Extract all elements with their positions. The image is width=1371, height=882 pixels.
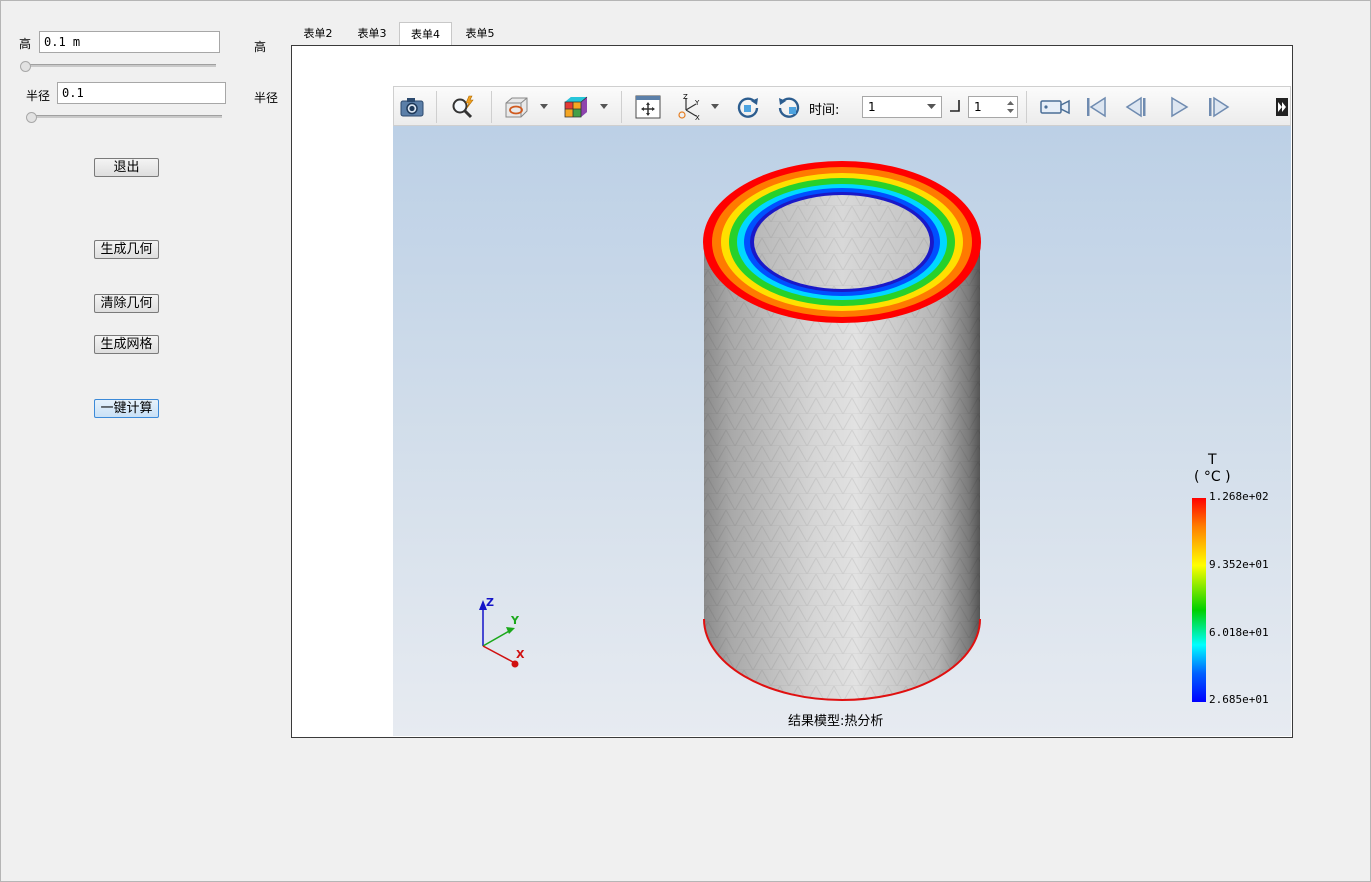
radius-input[interactable]: [57, 82, 226, 104]
height-slider-handle[interactable]: [20, 61, 31, 72]
radius-side-label: 半径: [254, 91, 279, 105]
step-icon: [950, 100, 960, 112]
chevron-down-icon: [927, 104, 936, 109]
viewer-toolbar: Z Y X 时间: 1 1: [393, 86, 1291, 126]
fit-view-icon[interactable]: [634, 93, 662, 121]
axis-y-label: Y: [510, 614, 520, 627]
3d-viewport[interactable]: Z Y X T ( °C ) 1.268e+02 9.352e+01 6.018…: [393, 126, 1291, 736]
chevron-down-icon[interactable]: [710, 103, 720, 111]
exit-button[interactable]: 退出: [94, 158, 159, 177]
toolbar-separator: [621, 91, 622, 123]
axis-z-label: Z: [486, 596, 494, 609]
svg-text:Z: Z: [683, 93, 688, 101]
colormap-cube-icon[interactable]: [562, 93, 590, 121]
record-video-icon[interactable]: [1039, 93, 1071, 121]
generate-mesh-button[interactable]: 生成网格: [94, 335, 159, 354]
spin-arrows-icon[interactable]: [1007, 100, 1014, 114]
one-click-compute-button[interactable]: 一键计算: [94, 399, 159, 418]
legend-colorbar: [1192, 498, 1206, 702]
toolbar-separator: [491, 91, 492, 123]
axis-x-label: X: [516, 648, 525, 661]
model-caption: 结果模型:热分析: [788, 714, 884, 729]
toolbar-separator: [1026, 91, 1027, 123]
play-icon[interactable]: [1165, 93, 1193, 121]
legend-label-min: 2.685e+01: [1209, 693, 1269, 706]
legend-label-3: 6.018e+01: [1209, 626, 1269, 639]
time-label: 时间:: [809, 103, 840, 118]
section-view-icon[interactable]: [502, 93, 530, 121]
step-spinbox-value: 1: [974, 100, 982, 114]
tab-form2[interactable]: 表单2: [293, 22, 343, 45]
toolbar-separator: [436, 91, 437, 123]
time-select[interactable]: 1: [862, 96, 942, 118]
svg-text:Y: Y: [694, 99, 700, 107]
axes-view-icon[interactable]: Z Y X: [676, 93, 704, 121]
legend-label-max: 1.268e+02: [1209, 490, 1269, 503]
rotate-cw-icon[interactable]: [734, 93, 762, 121]
more-icon[interactable]: [1276, 98, 1288, 116]
tab-form5[interactable]: 表单5: [455, 22, 505, 45]
svg-text:X: X: [695, 114, 700, 121]
tab-form3[interactable]: 表单3: [347, 22, 397, 45]
first-frame-icon[interactable]: [1082, 93, 1110, 121]
prev-frame-icon[interactable]: [1123, 93, 1151, 121]
height-label: 高: [19, 37, 32, 51]
step-spinbox[interactable]: 1: [968, 96, 1018, 118]
radius-slider-track[interactable]: [28, 115, 222, 118]
height-side-label: 高: [254, 40, 267, 54]
height-slider-track[interactable]: [22, 64, 216, 67]
magnify-icon[interactable]: [449, 93, 477, 121]
camera-icon[interactable]: [398, 93, 426, 121]
legend-unit: ( °C ): [1194, 469, 1231, 485]
time-select-value: 1: [868, 100, 876, 114]
legend-title: T: [1208, 452, 1217, 468]
clear-geometry-button[interactable]: 清除几何: [94, 294, 159, 313]
tab-form4[interactable]: 表单4: [399, 22, 452, 46]
axes-triad: Z Y X: [479, 596, 525, 668]
radius-slider-handle[interactable]: [26, 112, 37, 123]
generate-geometry-button[interactable]: 生成几何: [94, 240, 159, 259]
chevron-down-icon[interactable]: [539, 103, 549, 111]
legend-label-2: 9.352e+01: [1209, 558, 1269, 571]
height-input[interactable]: [39, 31, 220, 53]
rotate-ccw-icon[interactable]: [775, 93, 803, 121]
chevron-down-icon[interactable]: [599, 103, 609, 111]
next-frame-icon[interactable]: [1204, 93, 1232, 121]
radius-label: 半径: [26, 89, 51, 103]
